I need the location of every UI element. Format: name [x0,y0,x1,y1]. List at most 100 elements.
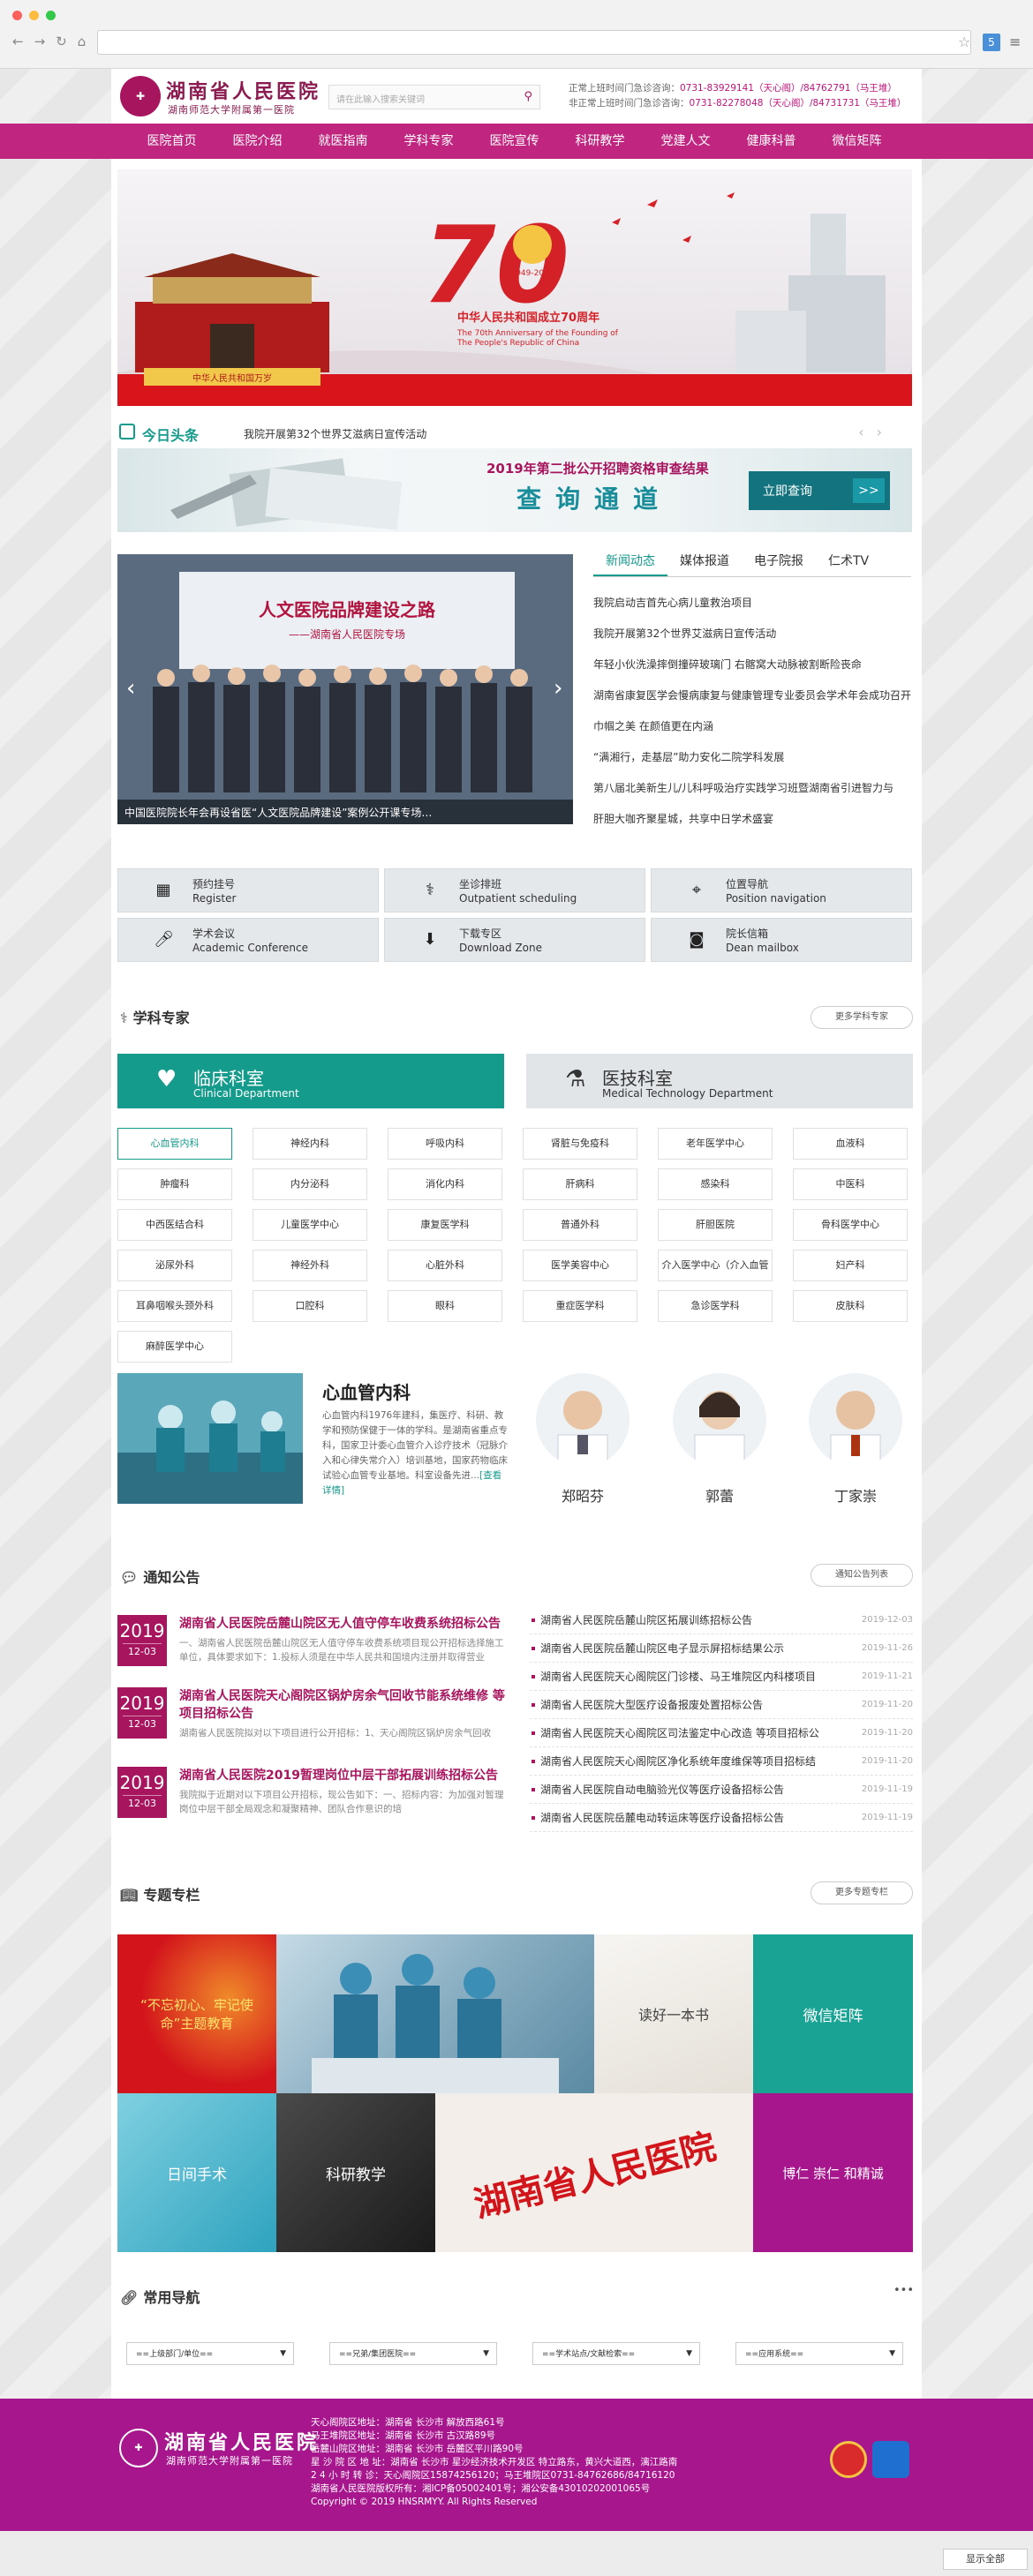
department-item[interactable]: 肝病科 [523,1168,637,1200]
department-item[interactable]: 泌尿外科 [117,1250,232,1281]
notice-title[interactable]: 湖南省人民医院岳麓山院区无人值守停车收费系统招标公告 [179,1615,506,1633]
department-item[interactable]: 皮肤科 [793,1290,908,1322]
nav-item-publicity[interactable]: 医院宣传 [471,124,557,159]
query-now-button[interactable]: 立即查询 >> [749,471,890,510]
department-item[interactable]: 康复医学科 [388,1209,502,1241]
department-item[interactable]: 呼吸内科 [388,1128,502,1160]
tab-paper[interactable]: 电子院报 [742,545,816,576]
tab-tv[interactable]: 仁术TV [816,545,881,576]
list-item[interactable]: “满湘行，走基层”助力安化二院学科发展 [593,742,911,773]
conference-button[interactable]: 🎤︎ 学术会议 Academic Conference [117,918,379,962]
nav-item-party[interactable]: 党建人文 [643,124,728,159]
department-item[interactable]: 儿童医学中心 [253,1209,367,1241]
department-item[interactable]: 心血管内科 [117,1128,232,1160]
nav-item-about[interactable]: 医院介绍 [215,124,300,159]
maximize-window-icon[interactable] [46,11,56,20]
select-academic-sites[interactable]: ==学术站点/文献检索== ▼ [532,2342,700,2365]
home-icon[interactable]: ⌂ [78,34,87,49]
forward-icon[interactable]: → [34,34,46,49]
topic-tile-education[interactable]: “不忘初心、牢记使命”主题教育 [117,1934,276,2093]
department-item[interactable]: 心脏外科 [388,1250,502,1281]
nav-item-research[interactable]: 科研教学 [557,124,643,159]
browser-menu-icon[interactable]: ≡ [1009,34,1021,50]
notice-row[interactable]: 湖南省人民医院大型医疗设备报废处置招标公告 2019-11-20 [530,1691,913,1719]
notice-row[interactable]: 湖南省人民医院自动电脑验光仪等医疗设备招标公告 2019-11-19 [530,1776,913,1804]
hero-banner[interactable]: 中华人民共和国万岁 70 1949-2019 中华人民共和国成立70周年 The… [117,169,912,406]
headline-arrows-icon[interactable]: ‹› [858,424,894,440]
nav-item-health[interactable]: 健康科普 [728,124,814,159]
search-icon[interactable]: ⚲ [524,90,532,103]
notice-row[interactable]: 湖南省人民医院天心阁院区司法鉴定中心改造 等项目招标公 2019-11-20 [530,1719,913,1747]
department-item[interactable]: 内分泌科 [253,1168,367,1200]
doctor-card[interactable]: 郑昭芬 [536,1373,630,1506]
schedule-button[interactable]: ⚕ 坐诊排班 Outpatient scheduling [384,868,645,912]
topic-tile-newspaper[interactable]: 湖南省人民医院 [435,2093,753,2252]
recruit-banner[interactable]: 2019年第二批公开招聘资格审查结果 查询通道 立即查询 >> [117,448,912,532]
hospital-logo-icon[interactable]: ✚ [120,76,161,116]
notice-row[interactable]: 湖南省人民医院岳麓山院区电子显示屏招标结果公示 2019-11-26 [530,1634,913,1663]
navigation-button[interactable]: ⌖ 位置导航 Position navigation [651,868,912,912]
back-icon[interactable]: ← [12,34,24,49]
show-all-button[interactable]: 显示全部 [943,2549,1028,2570]
department-item[interactable]: 肝胆医院 [658,1209,773,1241]
tab-media[interactable]: 媒体报道 [667,545,742,576]
topic-tile-day-surgery[interactable]: 日间手术 [117,2093,276,2252]
doctor-card[interactable]: 郭蕾 [673,1373,766,1506]
department-item[interactable]: 感染科 [658,1168,773,1200]
gov-badge-icon[interactable] [872,2441,909,2478]
department-item[interactable]: 神经内科 [253,1128,367,1160]
department-item[interactable]: 妇产科 [793,1250,908,1281]
police-badge-icon[interactable] [830,2441,867,2478]
nav-item-experts[interactable]: 学科专家 [386,124,471,159]
links-more-icon[interactable]: ••• [894,2284,914,2297]
department-item[interactable]: 中医科 [793,1168,908,1200]
window-controls[interactable] [12,11,56,20]
list-item[interactable]: 我院启动吉首先心病儿童救治项目 [593,588,911,619]
tab-news[interactable]: 新闻动态 [593,545,667,576]
department-item[interactable]: 肿瘤科 [117,1168,232,1200]
featured-notice[interactable]: 2019 12-03 湖南省人民医院岳麓山院区无人值守停车收费系统招标公告 一、湖… [117,1615,506,1673]
list-item[interactable]: 肝胆大咖齐聚星城，共享中日学术盛宴 [593,804,911,835]
topic-tile-surgery[interactable] [276,1934,594,2093]
register-button[interactable]: ▦ 预约挂号 Register [117,868,379,912]
department-item[interactable]: 普通外科 [523,1209,637,1241]
department-item[interactable]: 中西医结合科 [117,1209,232,1241]
tab-clinical[interactable]: ♥ 临床科室 Clinical Department [117,1054,504,1108]
tab-medtech[interactable]: ⚗ 医技科室 Medical Technology Department [526,1054,913,1108]
close-window-icon[interactable] [12,11,22,20]
mailbox-button[interactable]: ◙ 院长信箱 Dean mailbox [651,918,912,962]
department-item[interactable]: 眼科 [388,1290,502,1322]
notice-row[interactable]: 湖南省人民医院天心阁院区门诊楼、马王堆院区内科楼项目 2019-11-21 [530,1663,913,1691]
department-item[interactable]: 骨科医学中心 [793,1209,908,1241]
select-app-systems[interactable]: ==应用系统== ▼ [735,2342,903,2365]
headline-link[interactable]: 我院开展第32个世界艾滋病日宣传活动 [244,426,426,441]
department-item[interactable]: 麻醉医学中心 [117,1331,232,1363]
topic-tile-wechat[interactable]: 微信矩阵 [753,1934,913,2093]
department-item[interactable]: 血液科 [793,1128,908,1160]
minimize-window-icon[interactable] [29,11,39,20]
bookmark-star-icon[interactable]: ☆ [958,34,970,50]
nav-item-wechat[interactable]: 微信矩阵 [814,124,900,159]
reload-icon[interactable]: ↻ [56,34,67,49]
department-item[interactable]: 介入医学中心（介入血管 [658,1250,773,1281]
download-button[interactable]: ⬇ 下载专区 Download Zone [384,918,645,962]
address-bar[interactable] [97,30,971,55]
topic-tile-reading[interactable]: 读好一本书 [594,1934,753,2093]
department-item[interactable]: 重症医学科 [523,1290,637,1322]
topic-tile-research[interactable]: 科研教学 [276,2093,435,2252]
department-item[interactable]: 肾脏与免疫科 [523,1128,637,1160]
department-item[interactable]: 口腔科 [253,1290,367,1322]
notice-title[interactable]: 湖南省人民医院天心阁院区锅炉房余气回收节能系统维修 等项目招标公告 [179,1687,506,1723]
extension-icon[interactable]: 5 [983,34,1000,51]
list-item[interactable]: 年轻小伙洗澡摔倒撞碎玻璃门 右髂窝大动脉被割断险丧命 [593,650,911,680]
doctor-card[interactable]: 丁家崇 [809,1373,902,1506]
department-item[interactable]: 耳鼻咽喉头颈外科 [117,1290,232,1322]
notice-row[interactable]: 湖南省人民医院岳麓电动转运床等医疗设备招标公告 2019-11-19 [530,1804,913,1832]
notice-row[interactable]: 湖南省人民医院天心阁院区净化系统年度维保等项目招标结 2019-11-20 [530,1747,913,1776]
list-item[interactable]: 我院开展第32个世界艾滋病日宣传活动 [593,619,911,650]
department-item[interactable]: 医学美容中心 [523,1250,637,1281]
news-photo-slider[interactable]: 人文医院品牌建设之路 ——湖南省人民医院专场 ‹ › 中国医院院长年会再设省医“… [117,554,573,824]
featured-notice[interactable]: 2019 12-03 湖南省人民医院天心阁院区锅炉房余气回收节能系统维修 等项目招… [117,1687,506,1746]
search-input[interactable]: 请在此输入搜索关键词 ⚲ [328,85,540,109]
list-item[interactable]: 第八届北美新生儿/儿科呼吸治疗实践学习班暨湖南省引进智力与 [593,773,911,804]
